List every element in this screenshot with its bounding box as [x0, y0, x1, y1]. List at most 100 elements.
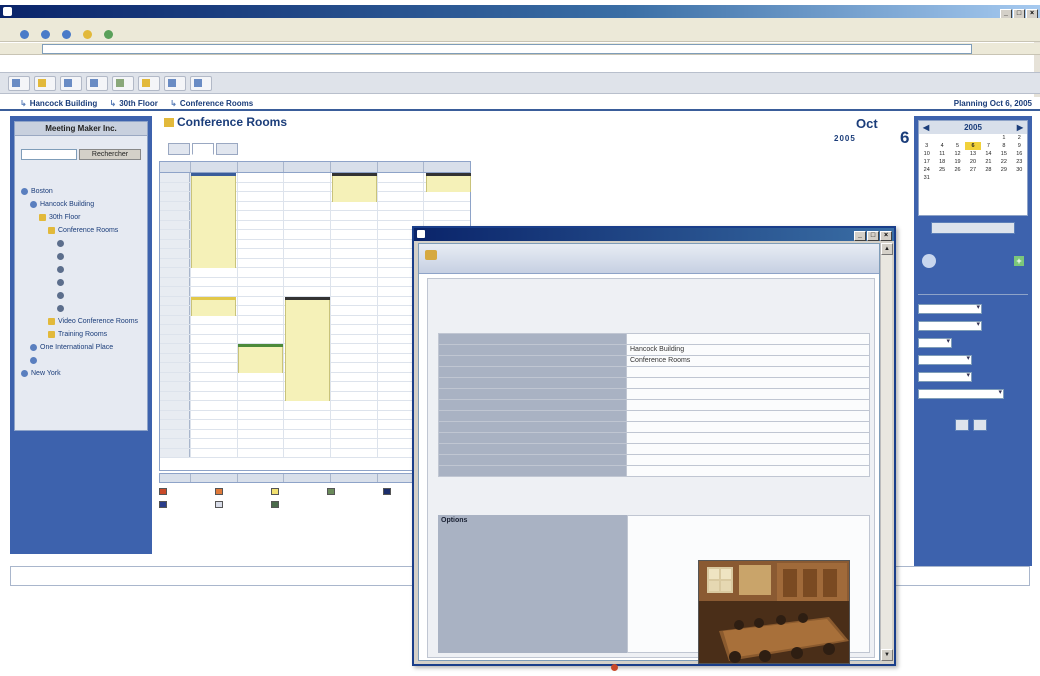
day-cell[interactable]: 29 [996, 166, 1011, 174]
day-cell[interactable]: 10 [919, 150, 934, 158]
time-slot[interactable] [330, 249, 377, 258]
today-button[interactable] [931, 222, 1015, 234]
time-slot[interactable] [283, 173, 330, 182]
column-footer[interactable] [236, 474, 284, 482]
time-slot[interactable] [283, 287, 330, 296]
time-slot[interactable] [330, 220, 377, 229]
time-slot[interactable] [376, 182, 424, 191]
time-slot[interactable] [190, 372, 237, 381]
time-slot[interactable] [330, 268, 377, 277]
time-slot[interactable] [190, 268, 237, 277]
calendar-event[interactable] [285, 296, 330, 401]
time-slot[interactable] [330, 258, 377, 267]
reports-button[interactable] [111, 76, 134, 91]
tree-item[interactable]: Boston [15, 185, 147, 198]
popup-close-button[interactable]: × [880, 231, 892, 241]
time-slot[interactable] [330, 315, 377, 324]
time-slot[interactable] [330, 306, 377, 315]
time-slot[interactable] [283, 230, 330, 239]
column-header[interactable] [423, 162, 470, 172]
time-slot[interactable] [330, 287, 377, 296]
field-select[interactable] [918, 355, 972, 365]
day-cell[interactable]: 26 [950, 166, 965, 174]
time-slot[interactable] [330, 296, 377, 305]
time-slot[interactable] [330, 334, 377, 343]
tree-item[interactable] [15, 289, 147, 302]
time-slot[interactable] [236, 287, 284, 296]
day-cell[interactable]: 15 [996, 150, 1011, 158]
time-slot[interactable] [236, 382, 284, 391]
time-slot[interactable] [283, 268, 330, 277]
scroll-down-icon[interactable]: ▼ [881, 649, 893, 661]
day-cell[interactable]: 30 [1012, 166, 1027, 174]
time-slot[interactable] [330, 448, 377, 457]
column-header[interactable] [190, 162, 237, 172]
time-slot[interactable] [330, 325, 377, 334]
time-slot[interactable] [376, 192, 424, 201]
day-cell[interactable]: 25 [934, 166, 949, 174]
time-slot[interactable] [330, 277, 377, 286]
time-slot[interactable] [236, 391, 284, 400]
time-slot[interactable] [236, 448, 284, 457]
time-slot[interactable] [236, 306, 284, 315]
calendar-event[interactable] [191, 173, 236, 268]
day-cell[interactable]: 21 [981, 158, 996, 166]
time-slot[interactable] [283, 220, 330, 229]
back-button[interactable] [20, 28, 31, 42]
column-header[interactable] [236, 162, 284, 172]
tab-day[interactable] [168, 143, 190, 155]
tree-item[interactable] [15, 237, 147, 250]
time-slot[interactable] [283, 439, 330, 448]
personal-settings-link[interactable] [15, 161, 147, 173]
time-slot[interactable] [423, 201, 470, 210]
time-slot[interactable] [236, 211, 284, 220]
column-footer[interactable] [190, 474, 237, 482]
time-slot[interactable] [423, 192, 470, 201]
time-slot[interactable] [190, 439, 237, 448]
day-cell[interactable]: 17 [919, 158, 934, 166]
day-cell[interactable]: 18 [934, 158, 949, 166]
time-slot[interactable] [190, 344, 237, 353]
time-slot[interactable] [283, 420, 330, 429]
time-slot[interactable] [236, 410, 284, 419]
time-slot[interactable] [283, 211, 330, 220]
time-slot[interactable] [236, 268, 284, 277]
time-slot[interactable] [236, 429, 284, 438]
time-slot[interactable] [283, 192, 330, 201]
day-cell[interactable]: 2 [1012, 134, 1027, 142]
home-page-button[interactable] [8, 76, 30, 91]
subject-input[interactable] [918, 389, 1004, 399]
day-cell[interactable]: 5 [950, 142, 965, 150]
my-info-button[interactable] [163, 76, 186, 91]
search-input[interactable] [21, 149, 77, 160]
search-app-button[interactable] [85, 76, 108, 91]
time-slot[interactable] [376, 211, 424, 220]
time-slot[interactable] [283, 448, 330, 457]
tree-item[interactable]: Hancock Building [15, 198, 147, 211]
time-slot[interactable] [330, 211, 377, 220]
time-slot[interactable] [190, 277, 237, 286]
events-button[interactable] [33, 76, 56, 91]
time-slot[interactable] [236, 334, 284, 343]
time-slot[interactable] [236, 182, 284, 191]
time-slot[interactable] [236, 372, 284, 381]
day-cell[interactable]: 11 [934, 150, 949, 158]
time-slot[interactable] [283, 258, 330, 267]
time-slot[interactable] [236, 420, 284, 429]
time-slot[interactable] [283, 410, 330, 419]
tree-item[interactable]: Conference Rooms [15, 224, 147, 237]
column-header[interactable] [376, 162, 424, 172]
tree-item[interactable] [15, 263, 147, 276]
calendar-event[interactable] [238, 344, 283, 373]
time-slot[interactable] [283, 429, 330, 438]
tree-item[interactable] [15, 250, 147, 263]
time-slot[interactable] [283, 249, 330, 258]
day-cell[interactable]: 22 [996, 158, 1011, 166]
time-slot[interactable] [190, 287, 237, 296]
time-slot[interactable] [190, 401, 237, 410]
time-slot[interactable] [330, 420, 377, 429]
prev-year-icon[interactable]: ◀ [923, 123, 929, 132]
time-slot[interactable] [190, 429, 237, 438]
address-input[interactable] [42, 44, 972, 54]
time-slot[interactable] [236, 173, 284, 182]
